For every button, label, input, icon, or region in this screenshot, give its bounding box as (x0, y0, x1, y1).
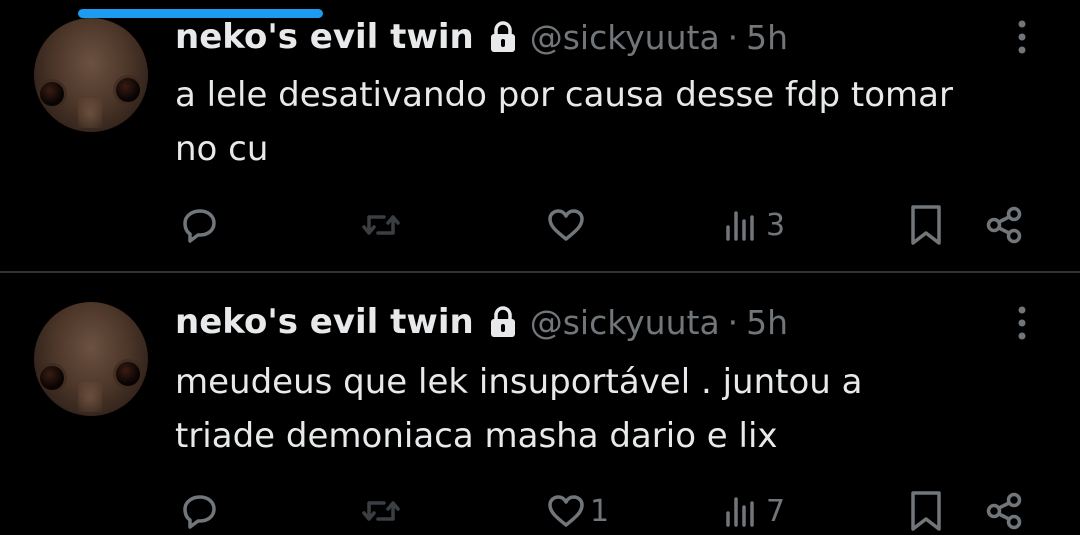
avatar-eye (116, 362, 140, 386)
reply-icon (180, 491, 220, 531)
separator-dot: · (727, 302, 739, 342)
like-icon (546, 491, 586, 531)
more-icon[interactable] (1012, 304, 1032, 344)
avatar-nose (78, 382, 102, 412)
like-icon (546, 205, 586, 245)
avatar-nose (78, 98, 102, 128)
tweet-text-line: a lele desativando por causa desse fdp t… (175, 75, 953, 115)
action-bar: 1 7 (0, 487, 1080, 535)
share-icon (984, 205, 1026, 245)
action-bar: 3 (0, 201, 1080, 249)
like-count: 1 (590, 493, 610, 529)
like-button[interactable] (546, 201, 590, 249)
like-button[interactable]: 1 (546, 487, 609, 535)
timestamp[interactable]: 5h (746, 18, 788, 57)
views-count: 3 (766, 207, 786, 243)
author-handle[interactable]: @sickyuuta (530, 303, 720, 342)
avatar-eye (116, 78, 140, 102)
tweet-text-line: no cu (175, 129, 269, 169)
lock-icon (488, 20, 518, 54)
views-icon (722, 205, 762, 245)
avatar[interactable] (34, 18, 148, 132)
tweet-text: a lele desativando por causa desse fdp t… (175, 68, 1055, 176)
reply-icon (180, 205, 220, 245)
tweet-header: neko's evil twin @sickyuuta · 5h (175, 15, 788, 59)
avatar-eye (40, 366, 64, 390)
author-name[interactable]: neko's evil twin (175, 302, 474, 342)
reply-button[interactable] (180, 487, 224, 535)
separator-dot: · (727, 17, 739, 57)
views-button[interactable]: 7 (722, 487, 785, 535)
avatar[interactable] (34, 302, 148, 416)
tweet[interactable]: neko's evil twin @sickyuuta · 5h meudeus… (0, 273, 1080, 531)
avatar-eye (40, 82, 64, 106)
author-handle[interactable]: @sickyuuta (530, 18, 720, 57)
tweet[interactable]: neko's evil twin @sickyuuta · 5h a lele … (0, 0, 1080, 271)
tweet-text-line: meudeus que lek insuportável . juntou a (175, 362, 863, 402)
retweet-icon (360, 491, 402, 531)
share-button[interactable] (984, 487, 1026, 535)
retweet-button[interactable] (360, 201, 406, 249)
share-button[interactable] (984, 201, 1026, 249)
retweet-icon (360, 205, 402, 245)
bookmark-icon (908, 203, 944, 247)
views-count: 7 (766, 493, 786, 529)
bookmark-icon (908, 489, 944, 533)
bookmark-button[interactable] (908, 201, 944, 249)
reply-button[interactable] (180, 201, 224, 249)
timestamp[interactable]: 5h (746, 303, 788, 342)
lock-icon (488, 305, 518, 339)
tweet-text: meudeus que lek insuportável . juntou a … (175, 355, 1055, 463)
share-icon (984, 491, 1026, 531)
retweet-button[interactable] (360, 487, 406, 535)
bookmark-button[interactable] (908, 487, 944, 535)
views-button[interactable]: 3 (722, 201, 785, 249)
author-name[interactable]: neko's evil twin (175, 17, 474, 57)
tweet-text-line: triade demoniaca masha dario e lix (175, 416, 778, 456)
tweet-header: neko's evil twin @sickyuuta · 5h (175, 300, 788, 344)
more-icon[interactable] (1012, 18, 1032, 58)
views-icon (722, 491, 762, 531)
